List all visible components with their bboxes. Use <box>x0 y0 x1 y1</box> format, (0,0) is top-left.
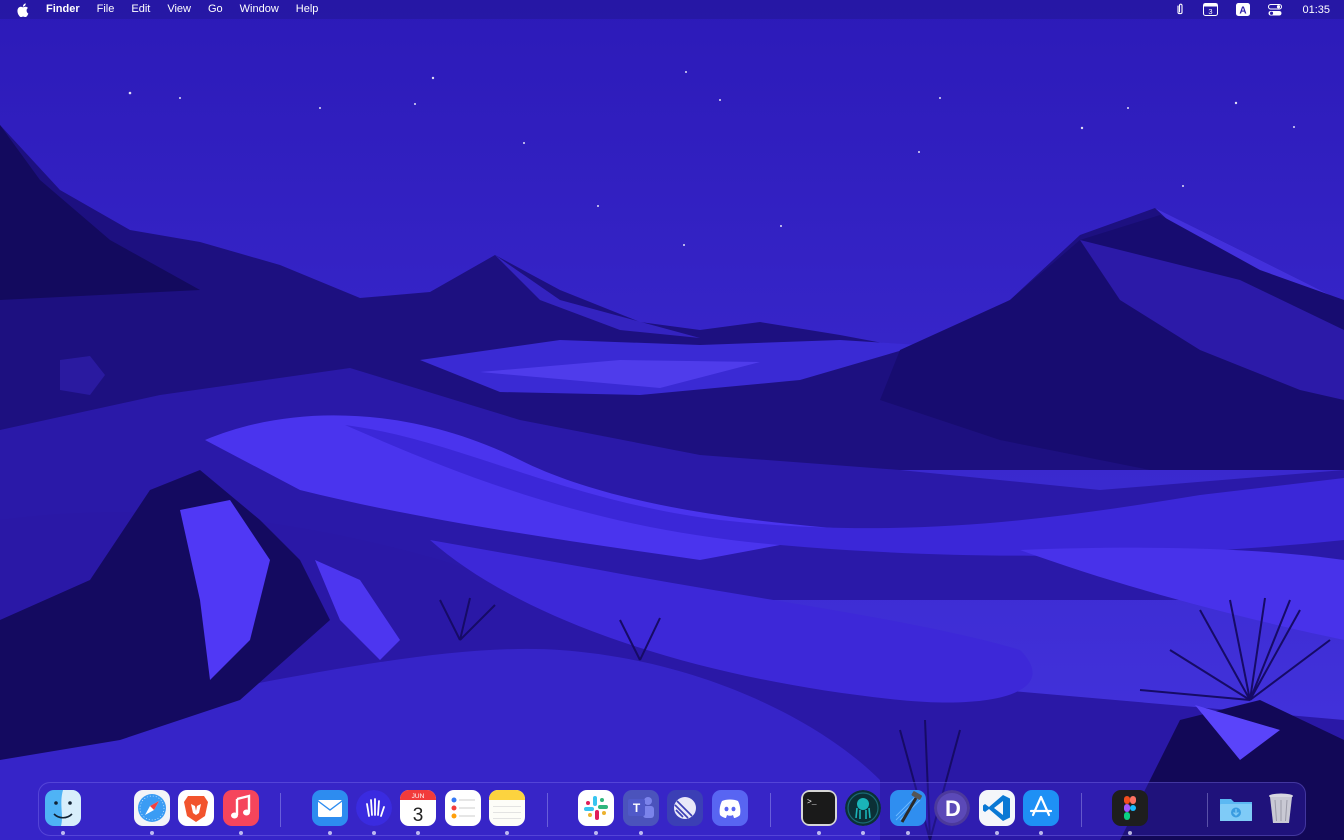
xcode-hammer-icon <box>890 790 926 826</box>
brave-lion-icon <box>178 790 214 826</box>
dock-terminal[interactable]: >_ <box>801 790 837 826</box>
safari-compass-icon <box>134 790 170 826</box>
dock: JUN 3 T >_ D <box>38 782 1306 836</box>
gitkraken-icon <box>845 790 881 826</box>
dock-linear[interactable] <box>667 790 703 826</box>
finder-icon <box>45 790 81 826</box>
apple-menu-icon[interactable] <box>16 2 30 17</box>
calendar-day: 3 <box>413 805 424 826</box>
input-source-icon[interactable]: A <box>1236 0 1251 19</box>
dock-reminders[interactable] <box>445 790 481 826</box>
calendar-menu-icon[interactable]: 3 <box>1203 0 1219 19</box>
music-note-icon <box>223 790 259 826</box>
dock-brave[interactable] <box>178 790 214 826</box>
menu-go[interactable]: Go <box>208 0 223 19</box>
app-store-icon <box>1023 790 1059 826</box>
dock-discord[interactable] <box>712 790 748 826</box>
dock-vscode[interactable] <box>979 790 1015 826</box>
menu-view[interactable]: View <box>167 0 191 19</box>
dock-raycast-hand[interactable] <box>356 790 392 826</box>
trash-icon <box>1269 793 1293 823</box>
paperclip-icon[interactable] <box>1175 0 1185 19</box>
discord-icon <box>712 790 748 826</box>
menu-window[interactable]: Window <box>240 0 279 19</box>
slack-icon <box>578 790 614 826</box>
menu-finder[interactable]: Finder <box>46 0 80 19</box>
dock-xcode[interactable] <box>890 790 926 826</box>
menu-clock[interactable]: 01:35 <box>1302 4 1330 16</box>
teams-icon: T <box>623 790 659 826</box>
dock-downloads[interactable] <box>1218 790 1254 826</box>
dash-letter: D <box>945 796 961 821</box>
dock-finder[interactable] <box>45 790 81 826</box>
figma-icon <box>1112 790 1148 826</box>
notes-icon <box>489 790 525 826</box>
terminal-icon: >_ <box>801 790 837 826</box>
linear-icon <box>667 790 703 826</box>
dock-slack[interactable] <box>578 790 614 826</box>
dock-figma[interactable] <box>1112 790 1148 826</box>
menu-edit[interactable]: Edit <box>131 0 150 19</box>
menu-file[interactable]: File <box>97 0 115 19</box>
dock-music[interactable] <box>223 790 259 826</box>
calendar-badge: 3 <box>1209 7 1213 16</box>
control-center-icon[interactable] <box>1268 0 1283 19</box>
calendar-month: JUN <box>412 793 425 800</box>
dock-dash[interactable]: D <box>934 790 970 826</box>
reminders-list-icon <box>445 790 481 826</box>
dock-trash[interactable] <box>1263 790 1299 826</box>
menu-bar: Finder File Edit View Go Window Help 3 A… <box>0 0 1344 19</box>
mail-envelope-icon <box>312 790 348 826</box>
dock-mail[interactable] <box>312 790 348 826</box>
terminal-prompt: >_ <box>807 798 817 807</box>
vscode-icon <box>979 790 1015 826</box>
dock-gitkraken[interactable] <box>845 790 881 826</box>
teams-letter: T <box>633 801 641 815</box>
dock-teams[interactable]: T <box>623 790 659 826</box>
dock-app-store[interactable] <box>1023 790 1059 826</box>
menu-help[interactable]: Help <box>296 0 319 19</box>
downloads-folder-icon <box>1220 799 1252 821</box>
dash-d-icon: D <box>934 790 970 826</box>
desktop-wallpaper <box>0 0 1344 840</box>
input-source-letter: A <box>1240 6 1247 17</box>
dock-calendar[interactable]: JUN 3 <box>400 790 436 826</box>
dock-safari[interactable] <box>134 790 170 826</box>
calendar-icon: JUN 3 <box>400 790 436 826</box>
waving-hand-icon <box>356 790 392 826</box>
dock-notes[interactable] <box>489 790 525 826</box>
